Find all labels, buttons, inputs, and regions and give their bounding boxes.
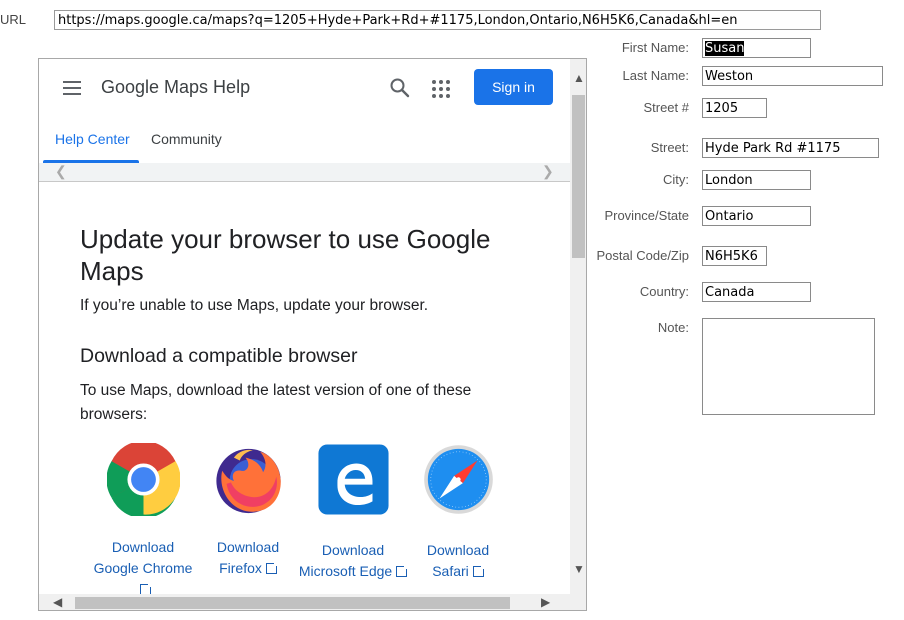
app-title: Google Maps Help xyxy=(101,77,251,97)
url-label: URL xyxy=(0,12,27,27)
browser-name: Microsoft Edge xyxy=(298,563,393,579)
download-label: Download xyxy=(216,539,280,555)
first-name-input[interactable]: Susan xyxy=(702,38,811,58)
city-label: City: xyxy=(663,172,689,187)
firefox-logo[interactable] xyxy=(212,443,285,516)
last-name-input[interactable]: Weston xyxy=(702,66,883,86)
menu-icon[interactable] xyxy=(63,81,81,95)
tab-community[interactable]: Community xyxy=(151,131,222,147)
search-icon[interactable] xyxy=(389,77,411,99)
intro-text: If you’re unable to use Maps, update you… xyxy=(80,297,429,314)
embedded-browser: Google Maps Help Sign in Help Center Com… xyxy=(38,58,587,611)
download-edge-link[interactable]: Download Microsoft Edge xyxy=(293,540,413,582)
browser-name: Google Chrome xyxy=(93,560,193,576)
help-header: Google Maps Help Sign in Help Center Com… xyxy=(39,59,571,163)
instructions-text: To use Maps, download the latest version… xyxy=(80,382,472,423)
download-label: Download xyxy=(321,542,385,558)
chrome-logo[interactable] xyxy=(106,440,181,519)
tab-help-center[interactable]: Help Center xyxy=(55,131,130,147)
postal-code-label: Postal Code/Zip xyxy=(596,248,690,263)
street-number-label: Street # xyxy=(643,100,689,115)
street-label: Street: xyxy=(650,140,689,155)
edge-logo[interactable] xyxy=(317,443,390,516)
chevron-right-icon[interactable]: ❯ xyxy=(542,163,554,180)
scroll-corner xyxy=(570,594,586,610)
scroll-down-icon[interactable]: ▼ xyxy=(573,562,585,576)
last-name-label: Last Name: xyxy=(622,68,689,83)
horizontal-scrollbar[interactable]: ◀ ▶ xyxy=(39,594,570,610)
external-link-icon xyxy=(472,564,486,577)
browser-name: Firefox xyxy=(219,560,262,576)
download-label: Download xyxy=(111,539,175,555)
sign-in-button[interactable]: Sign in xyxy=(474,69,553,105)
country-label: Country: xyxy=(639,284,689,299)
tab-scroller: ❮ ❯ xyxy=(39,163,571,182)
first-name-label: First Name: xyxy=(621,40,689,55)
street-input[interactable]: Hyde Park Rd #1175 xyxy=(702,138,879,158)
city-input[interactable]: London xyxy=(702,170,811,190)
apps-grid-icon[interactable] xyxy=(431,79,451,99)
download-chrome-link[interactable]: Download Google Chrome xyxy=(88,537,198,600)
download-firefox-link[interactable]: Download Firefox xyxy=(193,537,303,579)
note-textarea[interactable] xyxy=(702,318,875,415)
scroll-left-icon[interactable]: ◀ xyxy=(53,595,62,609)
external-link-icon xyxy=(265,561,279,574)
chevron-left-icon[interactable]: ❮ xyxy=(55,163,67,180)
url-input[interactable]: https://maps.google.ca/maps?q=1205+Hyde+… xyxy=(54,10,821,30)
country-input[interactable]: Canada xyxy=(702,282,811,302)
download-safari-link[interactable]: Download Safari xyxy=(403,540,513,582)
section-heading: Download a compatible browser xyxy=(80,345,358,367)
street-number-input[interactable]: 1205 xyxy=(702,98,767,118)
postal-code-input[interactable]: N6H5K6 xyxy=(702,246,767,266)
note-label: Note: xyxy=(657,320,689,335)
first-name-value: Susan xyxy=(705,41,745,56)
province-input[interactable]: Ontario xyxy=(702,206,811,226)
horizontal-scroll-thumb[interactable] xyxy=(75,597,510,609)
browser-name: Safari xyxy=(432,563,469,579)
province-label: Province/State xyxy=(604,208,689,223)
scroll-right-icon[interactable]: ▶ xyxy=(541,595,550,609)
page-heading: Update your browser to use Google Maps xyxy=(80,224,491,286)
download-label: Download xyxy=(426,542,490,558)
safari-logo[interactable] xyxy=(422,443,495,516)
